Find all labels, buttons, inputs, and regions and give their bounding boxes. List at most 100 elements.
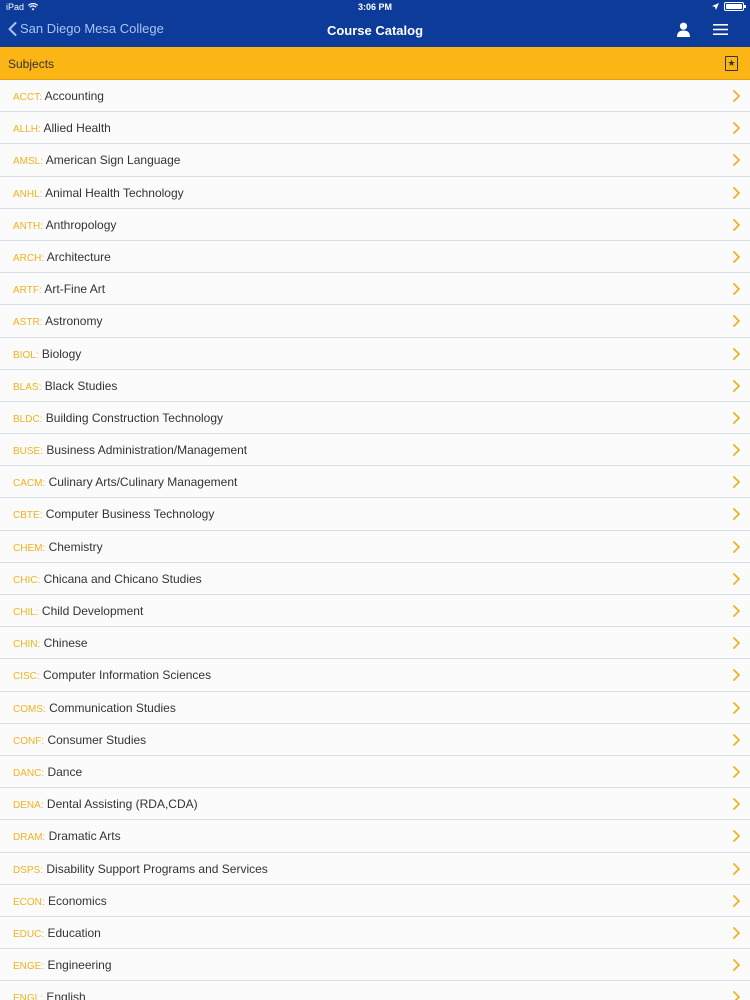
subject-label: CISC: Computer Information Sciences [13,668,211,682]
chevron-right-icon [733,991,740,1000]
list-item[interactable]: ALLH: Allied Health [0,112,750,145]
list-item[interactable]: ECON: Economics [0,884,750,917]
status-right [712,2,746,11]
list-item[interactable]: BUSE: Business Administration/Management [0,434,750,467]
subject-code: DSPS: [13,864,44,876]
subject-code: BUSE: [13,446,44,458]
chevron-right-icon [733,959,740,971]
list-item[interactable]: ANTH: Anthropology [0,208,750,241]
subject-code: CHIN: [13,639,41,651]
subject-name: Culinary Arts/Culinary Management [48,475,238,490]
list-item[interactable]: ASTR: Astronomy [0,305,750,338]
chevron-right-icon [733,283,740,296]
subject-code: ANHL: [13,188,43,200]
subject-name: Business Administration/Management [46,443,248,458]
list-item[interactable]: ANHL: Animal Health Technology [0,176,750,209]
subject-code: ALLH: [13,124,41,136]
chevron-right-icon [733,669,740,682]
chevron-right-icon [733,411,740,424]
list-item[interactable]: BLAS: Black Studies [0,369,750,402]
subject-code: ENGL: [13,993,44,1000]
list-item[interactable]: CISC: Computer Information Sciences [0,659,750,692]
subject-label: ECON: Economics [13,894,107,908]
subject-code: DANC: [13,767,45,779]
list-item[interactable]: DSPS: Disability Support Programs and Se… [0,852,750,885]
subject-name: Architecture [46,249,111,264]
list-item[interactable]: BIOL: Biology [0,337,750,370]
list-item[interactable]: CONF: Consumer Studies [0,723,750,756]
chevron-right-icon [733,605,740,617]
list-item[interactable]: ENGL: English [0,981,750,1000]
hamburger-menu-icon[interactable] [713,23,728,36]
chevron-right-icon [733,701,740,714]
list-item[interactable]: CHIL: Child Development [0,595,750,628]
list-item[interactable]: CHIN: Chinese [0,627,750,660]
subject-label: ACCT: Accounting [13,89,104,103]
chevron-right-icon [733,347,740,360]
subject-name: Computer Information Sciences [43,668,212,683]
chevron-right-icon [733,733,740,746]
list-item[interactable]: DRAM: Dramatic Arts [0,820,750,853]
status-bar: iPad 3:06 PM [0,0,750,14]
subject-label: ARTF: Art-Fine Art [13,282,105,296]
chevron-right-icon [733,379,740,392]
subject-name: American Sign Language [45,153,181,168]
subject-code: AMSL: [13,156,44,168]
list-item[interactable]: DANC: Dance [0,755,750,789]
subject-label: BLDC: Building Construction Technology [13,411,223,425]
subject-code: ECON: [13,896,45,908]
chevron-right-icon [733,251,740,263]
list-item[interactable]: ENGE: Engineering [0,949,750,982]
chevron-right-icon [733,154,740,167]
list-item[interactable]: COMS: Communication Studies [0,691,750,724]
list-item[interactable]: ARCH: Architecture [0,240,750,274]
list-item[interactable]: EDUC: Education [0,916,750,950]
subject-label: CHEM: Chemistry [13,540,103,554]
chevron-right-icon [733,122,740,135]
subject-name: Chicana and Chicano Studies [43,571,202,586]
subject-code: DENA: [13,800,44,812]
star-bookmark-icon[interactable]: ★ [725,56,738,71]
list-item[interactable]: CBTE: Computer Business Technology [0,498,750,531]
subject-code: BIOL: [13,349,39,361]
chevron-right-icon [733,90,740,102]
chevron-right-icon [733,862,740,875]
subject-label: AMSL: American Sign Language [13,153,180,167]
subject-code: CBTE: [13,510,43,522]
subject-code: DRAM: [13,832,46,844]
nav-bar: San Diego Mesa College Course Catalog [0,14,750,47]
location-arrow-icon [712,3,719,10]
subject-label: CHIL: Child Development [13,604,143,618]
chevron-right-icon [733,444,740,456]
subject-name: Dance [47,764,83,779]
chevron-right-icon [733,894,740,907]
subject-label: DRAM: Dramatic Arts [13,829,121,843]
chevron-right-icon [733,830,740,843]
subject-label: CONF: Consumer Studies [13,733,146,747]
list-item[interactable]: CHEM: Chemistry [0,530,750,563]
subject-name: Animal Health Technology [45,185,184,200]
subject-code: ENGE: [13,961,45,973]
subjects-header: Subjects ★ [0,47,750,80]
user-icon[interactable] [676,22,691,37]
subject-code: BLDC: [13,413,43,425]
subject-name: Black Studies [44,378,118,393]
subject-name: Computer Business Technology [45,507,215,522]
list-item[interactable]: BLDC: Building Construction Technology [0,401,750,435]
list-item[interactable]: DENA: Dental Assisting (RDA,CDA) [0,788,750,821]
list-item[interactable]: ARTF: Art-Fine Art [0,273,750,306]
list-item[interactable]: CHIC: Chicana and Chicano Studies [0,562,750,595]
list-item[interactable]: ACCT: Accounting [0,80,750,113]
chevron-right-icon [733,926,740,939]
subject-label: BLAS: Black Studies [13,379,117,393]
chevron-right-icon [733,540,740,553]
chevron-right-icon [733,315,740,328]
subject-code: COMS: [13,703,46,715]
subject-code: CHEM: [13,542,46,554]
list-item[interactable]: CACM: Culinary Arts/Culinary Management [0,466,750,499]
subject-name: Education [47,925,101,940]
subject-label: CACM: Culinary Arts/Culinary Management [13,475,237,489]
subject-label: ANHL: Animal Health Technology [13,186,184,200]
subject-name: Chemistry [48,539,103,554]
list-item[interactable]: AMSL: American Sign Language [0,144,750,177]
